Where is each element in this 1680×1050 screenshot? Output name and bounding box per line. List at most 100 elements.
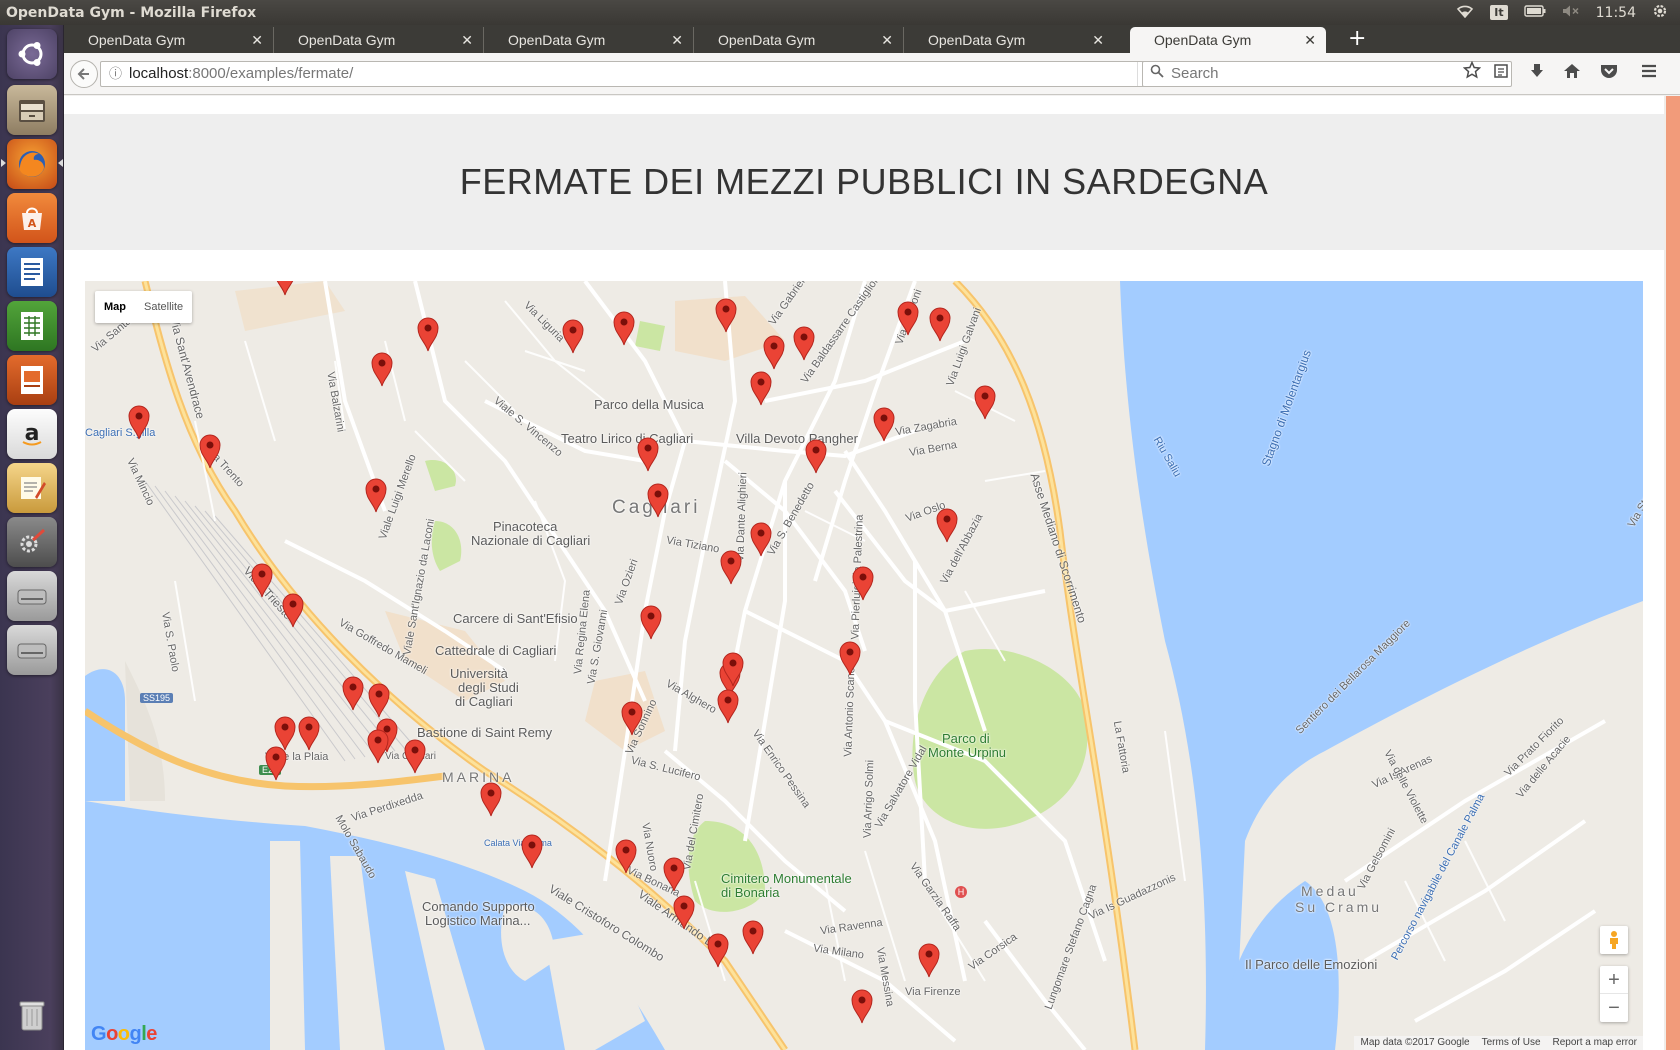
bus-stop-marker[interactable] bbox=[264, 745, 288, 781]
tab-close-icon[interactable]: ✕ bbox=[1092, 27, 1104, 53]
browser-tab[interactable]: OpenData Gym ✕ bbox=[904, 27, 1114, 53]
tab-close-icon[interactable]: ✕ bbox=[881, 27, 893, 53]
bus-stop-marker[interactable] bbox=[250, 562, 274, 598]
bus-stop-marker[interactable] bbox=[370, 351, 394, 387]
bus-stop-marker[interactable] bbox=[749, 521, 773, 557]
google-logo[interactable]: Google bbox=[91, 1023, 157, 1046]
calc-icon[interactable] bbox=[7, 301, 57, 351]
browser-tab-active[interactable]: OpenData Gym ✕ bbox=[1130, 27, 1326, 53]
bus-stop-marker[interactable] bbox=[636, 436, 660, 472]
bus-stop-marker[interactable] bbox=[620, 700, 644, 736]
url-host: localhost bbox=[129, 65, 189, 82]
drive-icon[interactable] bbox=[7, 571, 57, 621]
pocket-icon[interactable] bbox=[1596, 61, 1622, 87]
bus-stop-marker[interactable] bbox=[341, 675, 365, 711]
bus-stop-marker[interactable] bbox=[297, 715, 321, 751]
bus-stop-marker[interactable] bbox=[198, 433, 222, 469]
bus-stop-marker[interactable] bbox=[792, 325, 816, 361]
bus-stop-marker[interactable] bbox=[662, 856, 686, 892]
zoom-in-button[interactable]: + bbox=[1600, 966, 1628, 994]
site-info-icon[interactable]: ⓘ bbox=[109, 62, 122, 86]
browser-tab[interactable]: OpenData Gym ✕ bbox=[694, 27, 904, 53]
map-label-parco-urpinu-2: Monte Urpinu bbox=[928, 745, 1007, 760]
bus-stop-marker[interactable] bbox=[838, 640, 862, 676]
volume-muted-icon[interactable] bbox=[1562, 4, 1580, 22]
bus-stop-marker[interactable] bbox=[520, 833, 544, 869]
bus-stop-marker[interactable] bbox=[716, 688, 740, 724]
bus-stop-marker[interactable] bbox=[672, 894, 696, 930]
street-view-pegman-icon[interactable] bbox=[1600, 926, 1628, 954]
browser-tab[interactable]: OpenData Gym ✕ bbox=[64, 27, 274, 53]
system-settings-icon[interactable] bbox=[7, 517, 57, 567]
tab-close-icon[interactable]: ✕ bbox=[1304, 27, 1316, 53]
bus-stop-marker[interactable] bbox=[719, 549, 743, 585]
impress-icon[interactable] bbox=[7, 355, 57, 405]
search-bar[interactable]: Search bbox=[1142, 61, 1512, 87]
bus-stop-marker[interactable] bbox=[973, 384, 997, 420]
bus-stop-marker[interactable] bbox=[416, 316, 440, 352]
bus-stop-marker[interactable] bbox=[479, 781, 503, 817]
bus-stop-marker[interactable] bbox=[614, 838, 638, 874]
url-bar[interactable]: ⓘ localhost:8000/examples/fermate/ ↻ bbox=[100, 61, 1166, 87]
dash-home-icon[interactable] bbox=[7, 29, 57, 79]
bus-stop-marker[interactable] bbox=[127, 404, 151, 440]
bus-stop-marker[interactable] bbox=[872, 406, 896, 442]
bus-stop-marker[interactable] bbox=[639, 604, 663, 640]
settings-gear-icon[interactable] bbox=[1652, 3, 1668, 23]
downloads-icon[interactable] bbox=[1524, 61, 1550, 87]
bookmark-star-icon[interactable] bbox=[1459, 60, 1485, 87]
back-button[interactable] bbox=[70, 60, 98, 88]
wifi-icon[interactable] bbox=[1456, 4, 1474, 22]
new-tab-button[interactable]: + bbox=[1348, 25, 1366, 53]
bus-stop-marker[interactable] bbox=[762, 334, 786, 370]
bus-stop-marker[interactable] bbox=[804, 438, 828, 474]
bus-stop-marker[interactable] bbox=[366, 728, 390, 764]
writer-icon[interactable] bbox=[7, 247, 57, 297]
bus-stop-marker[interactable] bbox=[749, 370, 773, 406]
bus-stop-marker[interactable] bbox=[896, 300, 920, 336]
trash-icon[interactable] bbox=[7, 990, 57, 1040]
hamburger-menu-icon[interactable] bbox=[1636, 61, 1662, 87]
home-icon[interactable] bbox=[1559, 61, 1585, 87]
scrollbar-thumb[interactable] bbox=[1666, 96, 1680, 1050]
bus-stop-marker[interactable] bbox=[367, 682, 391, 718]
bus-stop-marker[interactable] bbox=[917, 942, 941, 978]
bookmarks-menu-icon[interactable] bbox=[1488, 61, 1514, 87]
bus-stop-marker[interactable] bbox=[364, 477, 388, 513]
browser-tab[interactable]: OpenData Gym ✕ bbox=[274, 27, 484, 53]
zoom-out-button[interactable]: − bbox=[1600, 994, 1628, 1022]
map-type-satellite-button[interactable]: Satellite bbox=[135, 291, 192, 323]
tab-close-icon[interactable]: ✕ bbox=[461, 27, 473, 53]
map-type-map-button[interactable]: Map bbox=[95, 291, 135, 323]
bus-stop-marker[interactable] bbox=[851, 565, 875, 601]
bus-stop-marker[interactable] bbox=[273, 281, 297, 296]
software-center-icon[interactable]: A bbox=[7, 193, 57, 243]
bus-stop-marker[interactable] bbox=[721, 651, 745, 687]
bus-stop-marker[interactable] bbox=[612, 310, 636, 346]
browser-tab[interactable]: OpenData Gym ✕ bbox=[484, 27, 694, 53]
map-label-universita-3: di Cagliari bbox=[455, 694, 513, 709]
bus-stop-marker[interactable] bbox=[281, 592, 305, 628]
bus-stop-marker[interactable] bbox=[561, 318, 585, 354]
bus-stop-marker[interactable] bbox=[706, 932, 730, 968]
report-map-error-link[interactable]: Report a map error bbox=[1553, 1036, 1637, 1050]
bus-stop-marker[interactable] bbox=[935, 507, 959, 543]
bus-stop-marker[interactable] bbox=[741, 919, 765, 955]
bus-stop-marker[interactable] bbox=[646, 482, 670, 518]
firefox-icon[interactable] bbox=[7, 139, 57, 189]
bus-stop-marker[interactable] bbox=[850, 988, 874, 1024]
battery-icon[interactable] bbox=[1523, 4, 1546, 21]
bus-stop-marker[interactable] bbox=[403, 738, 427, 774]
bus-stop-marker[interactable] bbox=[928, 306, 952, 342]
bus-stop-marker[interactable] bbox=[714, 297, 738, 333]
amazon-icon[interactable]: a bbox=[7, 409, 57, 459]
clock[interactable]: 11:54 bbox=[1596, 5, 1636, 21]
text-editor-icon[interactable] bbox=[7, 463, 57, 513]
files-manager-icon[interactable] bbox=[7, 85, 57, 135]
drive-icon[interactable] bbox=[7, 625, 57, 675]
google-map[interactable]: Parco della Musica Teatro Lirico di Cagl… bbox=[85, 281, 1643, 1050]
terms-of-use-link[interactable]: Terms of Use bbox=[1482, 1036, 1541, 1050]
keyboard-layout-indicator[interactable]: It bbox=[1490, 5, 1508, 20]
tab-close-icon[interactable]: ✕ bbox=[251, 27, 263, 53]
tab-close-icon[interactable]: ✕ bbox=[671, 27, 683, 53]
